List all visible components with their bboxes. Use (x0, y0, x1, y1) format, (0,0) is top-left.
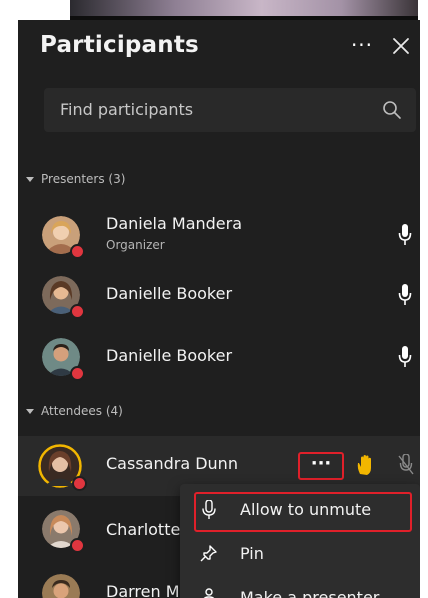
participant-name: Charlotte (106, 520, 181, 539)
close-button[interactable] (389, 34, 413, 58)
presenter-icon (203, 588, 215, 598)
avatar (42, 574, 80, 598)
mic-icon[interactable] (398, 284, 412, 306)
participant-name: Cassandra Dunn (106, 454, 238, 473)
status-badge (70, 304, 85, 319)
panel-title: Participants (40, 32, 199, 58)
participant-name: Darren M (106, 582, 180, 598)
status-badge (70, 538, 85, 553)
section-presenters[interactable]: Presenters (3) (26, 172, 125, 186)
pin-icon (200, 545, 217, 562)
more-options-icon: ··· (310, 453, 332, 474)
video-preview (70, 0, 418, 20)
mic-icon[interactable] (398, 346, 412, 368)
participant-name: Danielle Booker (106, 284, 233, 303)
participant-row[interactable]: Daniela Mandera Organizer (18, 206, 420, 266)
participant-row[interactable]: Danielle Booker (18, 266, 420, 326)
raised-hand-icon (357, 455, 371, 475)
section-presenters-label: Presenters (3) (41, 172, 126, 186)
more-options-button[interactable]: ··· (348, 34, 376, 58)
participant-role: Organizer (106, 238, 165, 252)
mic-icon (202, 500, 216, 519)
menu-item-label: Make a presenter (240, 588, 380, 598)
chevron-down-icon (26, 409, 34, 414)
status-badge (70, 366, 85, 381)
chevron-down-icon (26, 177, 34, 182)
menu-item-allow-to-unmute[interactable]: Allow to unmute (194, 492, 414, 532)
participant-row[interactable]: Danielle Booker (18, 328, 420, 388)
mic-icon[interactable] (398, 224, 412, 246)
search-icon[interactable] (382, 100, 402, 120)
row-more-button[interactable]: ··· (298, 452, 344, 480)
context-menu: Allow to unmute Pin Make a presenter (180, 484, 420, 598)
section-attendees[interactable]: Attendees (4) (26, 404, 123, 418)
search-input[interactable]: Find participants (60, 100, 193, 119)
right-strip (420, 0, 428, 598)
participant-name: Daniela Mandera (106, 214, 243, 233)
search-box[interactable]: Find participants (44, 88, 416, 132)
status-badge (70, 244, 85, 259)
menu-item-label: Pin (240, 544, 264, 563)
close-icon (393, 38, 409, 54)
menu-item-make-a-presenter[interactable]: Make a presenter (194, 580, 414, 598)
participant-name: Danielle Booker (106, 346, 233, 365)
mic-off-icon[interactable] (398, 454, 414, 476)
status-badge (72, 476, 87, 491)
menu-item-pin[interactable]: Pin (194, 536, 414, 572)
menu-item-label: Allow to unmute (240, 500, 372, 519)
participants-panel: Participants ··· Find participants Prese… (18, 20, 420, 598)
section-attendees-label: Attendees (4) (41, 404, 123, 418)
